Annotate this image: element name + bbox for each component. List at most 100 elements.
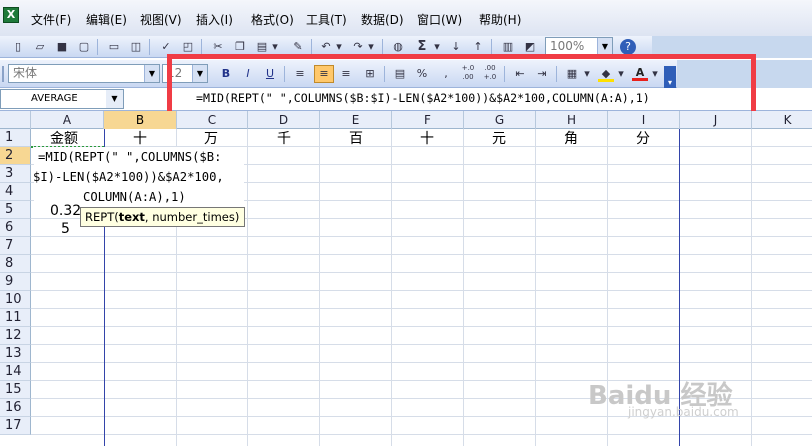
cell-h1[interactable]: 角: [564, 130, 578, 148]
row-header-12[interactable]: 12: [0, 327, 31, 345]
font-color-dropdown-icon[interactable]: ▾: [650, 66, 660, 82]
cell-a6[interactable]: 5: [61, 220, 70, 238]
row-header-6[interactable]: 6: [0, 219, 31, 237]
comma-button[interactable]: ,: [438, 66, 454, 82]
cell-editor-b2[interactable]: =MID(REPT(" ",COLUMNS($B: $I)-LEN($A2*10…: [33, 147, 244, 209]
menu-file[interactable]: 文件(F): [31, 11, 71, 28]
column-header-c[interactable]: C: [177, 111, 248, 129]
autosum-icon[interactable]: Σ: [414, 39, 430, 55]
research-icon[interactable]: ◰: [180, 39, 196, 55]
menu-view[interactable]: 视图(V): [140, 11, 182, 28]
menu-window[interactable]: 窗口(W): [417, 11, 462, 28]
undo-icon[interactable]: ↶: [318, 39, 334, 55]
toolbar-grip[interactable]: [2, 66, 4, 82]
select-all-corner[interactable]: [0, 111, 31, 129]
cell-i1[interactable]: 分: [636, 130, 650, 148]
column-header-e[interactable]: E: [320, 111, 392, 129]
drawing-icon[interactable]: ◩: [522, 39, 538, 55]
align-right-icon[interactable]: ≡: [338, 66, 354, 82]
toolbar-options-icon[interactable]: ▾: [664, 66, 676, 88]
print-icon[interactable]: ▭: [106, 39, 122, 55]
zoom-select[interactable]: 100% ▼: [545, 37, 613, 56]
cell-g1[interactable]: 元: [492, 130, 506, 148]
column-header-k[interactable]: K: [752, 111, 812, 129]
cell-f1[interactable]: 十: [420, 130, 434, 148]
paste-icon[interactable]: ▤: [254, 39, 270, 55]
row-header-16[interactable]: 16: [0, 399, 31, 417]
row-header-5[interactable]: 5: [0, 201, 31, 219]
row-header-17[interactable]: 17: [0, 417, 31, 435]
help-icon[interactable]: ?: [620, 39, 636, 55]
italic-button[interactable]: I: [240, 66, 256, 82]
font-size-select[interactable]: 12 ▼: [162, 64, 208, 83]
copy-icon[interactable]: ❐: [232, 39, 248, 55]
underline-button[interactable]: U: [262, 66, 278, 82]
row-header-10[interactable]: 10: [0, 291, 31, 309]
column-header-d[interactable]: D: [248, 111, 320, 129]
chevron-down-icon[interactable]: ▼: [597, 38, 612, 55]
row-header-15[interactable]: 15: [0, 381, 31, 399]
print-preview-icon[interactable]: ◫: [128, 39, 144, 55]
menu-tools[interactable]: 工具(T): [306, 11, 347, 28]
borders-icon[interactable]: ▦: [564, 66, 580, 82]
chart-wizard-icon[interactable]: ▥: [500, 39, 516, 55]
fill-color-dropdown-icon[interactable]: ▾: [616, 66, 626, 82]
cell-d1[interactable]: 千: [277, 130, 291, 148]
row-header-4[interactable]: 4: [0, 183, 31, 201]
spelling-icon[interactable]: ✓: [158, 39, 174, 55]
currency-icon[interactable]: ▤: [392, 66, 408, 82]
font-color-button[interactable]: A: [632, 65, 648, 81]
align-center-icon[interactable]: ≡: [314, 65, 334, 83]
formula-input[interactable]: =MID(REPT(" ",COLUMNS($B:$I)-LEN($A2*100…: [196, 91, 650, 105]
font-name-select[interactable]: 宋体 ▼: [8, 64, 160, 83]
merge-center-icon[interactable]: ⊞: [362, 66, 378, 82]
chevron-down-icon[interactable]: ▼: [144, 65, 159, 82]
save-icon[interactable]: ■: [54, 39, 70, 55]
column-header-a[interactable]: A: [31, 111, 104, 129]
hyperlink-icon[interactable]: ◍: [390, 39, 406, 55]
row-header-3[interactable]: 3: [0, 165, 31, 183]
row-header-11[interactable]: 11: [0, 309, 31, 327]
chevron-down-icon[interactable]: ▼: [192, 65, 207, 82]
cell-e1[interactable]: 百: [349, 130, 363, 148]
cell-c1[interactable]: 万: [204, 130, 218, 148]
permission-icon[interactable]: ▢: [76, 39, 92, 55]
menu-edit[interactable]: 编辑(E): [86, 11, 127, 28]
bold-button[interactable]: B: [218, 66, 234, 82]
menu-insert[interactable]: 插入(I): [196, 11, 233, 28]
fill-color-icon[interactable]: ◆: [598, 66, 614, 82]
chevron-down-icon[interactable]: ▼: [106, 90, 123, 108]
row-header-1[interactable]: 1: [0, 129, 31, 147]
cell-a5[interactable]: 0.32: [50, 202, 81, 220]
column-header-b[interactable]: B: [104, 111, 177, 129]
row-header-7[interactable]: 7: [0, 237, 31, 255]
increase-indent-icon[interactable]: ⇥: [534, 66, 550, 82]
open-icon[interactable]: ▱: [32, 39, 48, 55]
sort-descending-icon[interactable]: ↑: [470, 39, 486, 55]
row-header-14[interactable]: 14: [0, 363, 31, 381]
row-header-8[interactable]: 8: [0, 255, 31, 273]
decrease-decimal-button[interactable]: .00 +.0: [482, 64, 498, 81]
column-header-g[interactable]: G: [464, 111, 536, 129]
column-header-j[interactable]: J: [680, 111, 752, 129]
autosum-dropdown-icon[interactable]: ▾: [432, 39, 442, 55]
name-box[interactable]: AVERAGE ▼: [0, 89, 124, 109]
cell-b1[interactable]: 十: [133, 130, 147, 148]
column-header-i[interactable]: I: [608, 111, 680, 129]
row-header-9[interactable]: 9: [0, 273, 31, 291]
cut-icon[interactable]: ✂: [210, 39, 226, 55]
row-header-2[interactable]: 2: [0, 147, 31, 165]
new-icon[interactable]: ▯: [10, 39, 26, 55]
redo-icon[interactable]: ↷: [350, 39, 366, 55]
sort-ascending-icon[interactable]: ↓: [448, 39, 464, 55]
column-header-h[interactable]: H: [536, 111, 608, 129]
percent-button[interactable]: %: [414, 66, 430, 82]
menu-help[interactable]: 帮助(H): [479, 11, 521, 28]
function-tooltip[interactable]: REPT(text, number_times): [80, 207, 245, 227]
redo-dropdown-icon[interactable]: ▾: [366, 39, 376, 55]
menu-format[interactable]: 格式(O): [251, 11, 294, 28]
tooltip-current-arg[interactable]: text: [119, 210, 145, 224]
borders-dropdown-icon[interactable]: ▾: [582, 66, 592, 82]
undo-dropdown-icon[interactable]: ▾: [334, 39, 344, 55]
decrease-indent-icon[interactable]: ⇤: [512, 66, 528, 82]
